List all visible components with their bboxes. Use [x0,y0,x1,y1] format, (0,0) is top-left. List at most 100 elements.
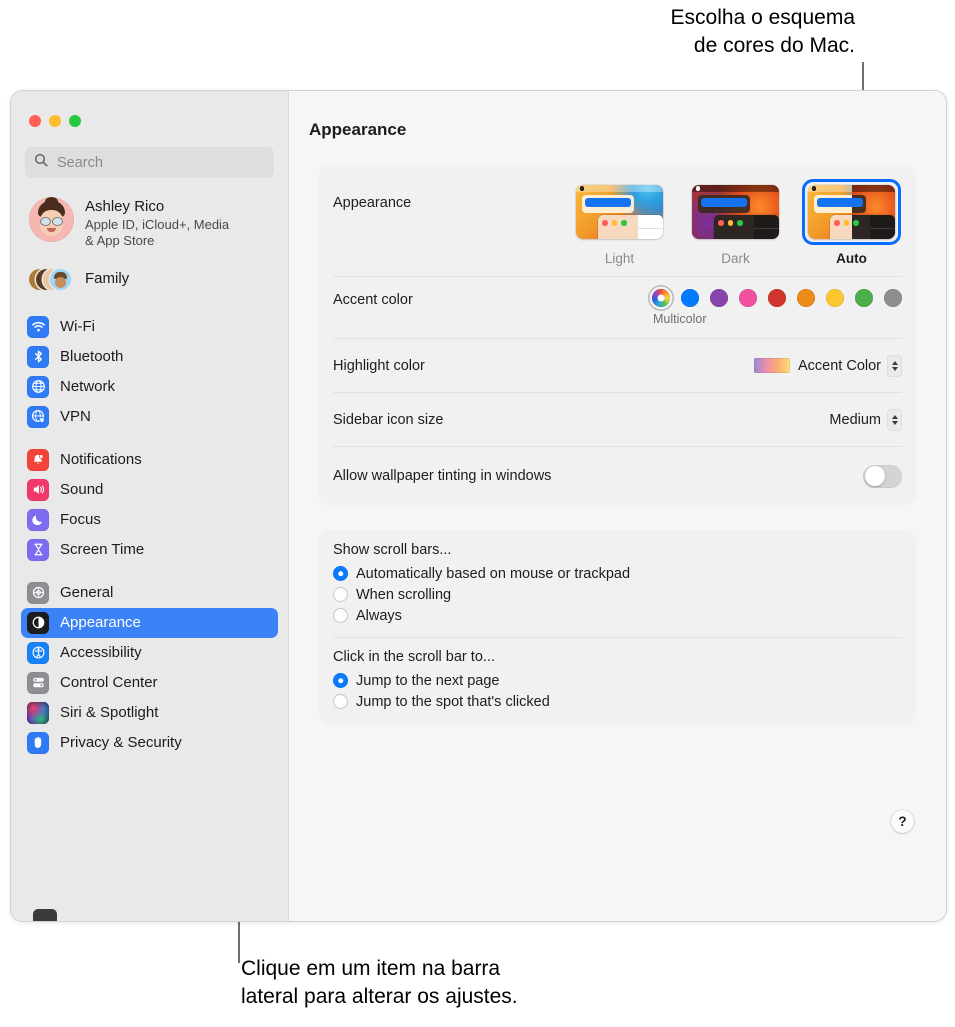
scroll-click-option-next-page[interactable]: Jump to the next page [333,670,902,691]
accent-swatch-red[interactable] [768,289,786,307]
speaker-icon [27,478,49,501]
sidebar-group-system: Notifications Sound Focus Screen Time [11,445,288,565]
radio-label: Jump to the spot that's clicked [356,693,550,710]
sidebar-item-wi-fi[interactable]: Wi-Fi [21,312,278,342]
sidebar-item-notifications[interactable]: Notifications [21,445,278,475]
light-theme-thumbnail [576,185,663,239]
chevron-down-icon [891,420,898,425]
radio-label: Automatically based on mouse or trackpad [356,565,631,582]
sidebar-item-control-center[interactable]: Control Center [21,668,278,698]
accessibility-icon [27,641,49,664]
accent-swatch-orange[interactable] [797,289,815,307]
callout-bottom-text: Clique em um item na barra lateral para … [241,957,518,1008]
sidebar-item-bluetooth[interactable]: Bluetooth [21,342,278,372]
close-button[interactable] [29,115,41,127]
click-scroll-bar-title: Click in the scroll bar to... [333,649,495,665]
sidebar-item-apple-id[interactable]: Ashley Rico Apple ID, iCloud+, Media & A… [23,192,278,255]
sidebar-item-label: Focus [60,511,101,528]
accent-swatch-graphite[interactable] [884,289,902,307]
appearance-option-dark[interactable]: Dark [686,179,785,266]
sidebar-item-label: VPN [60,408,91,425]
sidebar-item-appearance[interactable]: Appearance [21,607,278,638]
appearance-option-auto[interactable]: Auto [802,179,901,266]
system-settings-window: Ashley Rico Apple ID, iCloud+, Media & A… [10,90,947,922]
accent-swatch-blue[interactable] [681,289,699,307]
radio-label: Jump to the next page [356,672,500,689]
sidebar-item-siri-and-spotlight[interactable]: Siri & Spotlight [21,698,278,728]
auto-theme-thumbnail [808,185,895,239]
scroll-bars-option-when-scrolling[interactable]: When scrolling [333,584,902,605]
appearance-options: Light Dark Auto [570,179,902,266]
sidebar-item-label: Accessibility [60,644,142,661]
radio-label: Always [356,607,402,624]
avatar [29,197,74,242]
globe-icon [27,375,49,398]
sidebar-item-privacy-and-security[interactable]: Privacy & Security [21,728,278,758]
accent-swatch-multicolor[interactable] [652,289,670,307]
sidebar-group-preferences: General Appearance Accessibility Control… [11,578,288,758]
sidebar-item-accessibility[interactable]: Accessibility [21,638,278,668]
radio-label: When scrolling [356,586,452,603]
highlight-color-value: Accent Color [797,357,881,374]
account-name: Ashley Rico [85,198,165,215]
scroll-bars-option-always[interactable]: Always [333,605,902,626]
radio-button[interactable] [333,673,348,688]
scroll-bars-option-automatic[interactable]: Automatically based on mouse or trackpad [333,563,902,584]
sidebar-item-network[interactable]: Network [21,372,278,402]
radio-button[interactable] [333,608,348,623]
accent-color-swatches [652,289,902,307]
accent-swatch-purple[interactable] [710,289,728,307]
chevron-up-icon [891,414,898,419]
appearance-settings-card: Appearance Light Dark Auto Accent color … [319,165,916,505]
scroll-click-option-spot-clicked[interactable]: Jump to the spot that's clicked [333,691,902,712]
radio-button[interactable] [333,694,348,709]
sidebar-item-family[interactable]: Family [23,259,278,299]
sidebar-item-clipped-icon[interactable] [33,909,57,921]
sidebar-item-label: Wi-Fi [60,318,95,335]
highlight-color-stepper[interactable] [887,354,902,377]
sidebar-item-label: Siri & Spotlight [60,704,159,721]
wallpaper-tinting-toggle[interactable] [863,464,902,488]
moon-icon [27,508,49,531]
highlight-color-row[interactable]: Highlight color Accent Color [333,338,902,392]
sidebar-group-network: Wi-Fi Bluetooth Network VPN [11,312,288,432]
appearance-option-label: Light [604,251,635,266]
hand-icon [27,731,49,754]
sidebar-item-focus[interactable]: Focus [21,505,278,535]
wallpaper-tinting-row: Allow wallpaper tinting in windows [333,446,902,505]
highlight-color-label: Highlight color [333,357,425,374]
search-input[interactable] [55,153,265,172]
window-controls [11,91,288,127]
callout-top-text: Escolha o esquema de cores do Mac. [670,6,855,57]
accent-swatch-yellow[interactable] [826,289,844,307]
sidebar-item-screen-time[interactable]: Screen Time [21,535,278,565]
radio-button[interactable] [333,587,348,602]
wifi-icon [27,315,49,338]
appearance-option-label: Auto [836,251,867,266]
sidebar-icon-size-label: Sidebar icon size [333,411,444,428]
sidebar-icon-size-stepper[interactable] [887,408,902,431]
sidebar-item-sound[interactable]: Sound [21,475,278,505]
radio-button[interactable] [333,566,348,581]
appearance-option-light[interactable]: Light [570,179,669,266]
sidebar-item-vpn[interactable]: VPN [21,402,278,432]
chevron-down-icon [891,366,898,371]
minimize-button[interactable] [49,115,61,127]
accent-swatch-green[interactable] [855,289,873,307]
help-button[interactable]: ? [891,810,914,833]
accent-color-caption: Multicolor [653,312,707,326]
selection-ring [802,179,901,245]
accent-swatch-pink[interactable] [739,289,757,307]
dark-theme-thumbnail [692,185,779,239]
zoom-button[interactable] [69,115,81,127]
sidebar-icon-size-row[interactable]: Sidebar icon size Medium [333,392,902,446]
account-subtitle: Apple ID, iCloud+, Media & App Store [85,216,230,249]
search-field[interactable] [25,147,274,178]
control-center-icon [27,671,49,694]
appearance-row: Appearance Light Dark Auto [333,165,902,276]
accent-color-row: Accent color Multicolor [333,276,902,338]
content-pane: Appearance Appearance Light Dark Auto Ac… [289,91,946,921]
siri-icon [27,701,49,724]
sidebar-item-general[interactable]: General [21,578,278,608]
wallpaper-tinting-label: Allow wallpaper tinting in windows [333,468,552,484]
